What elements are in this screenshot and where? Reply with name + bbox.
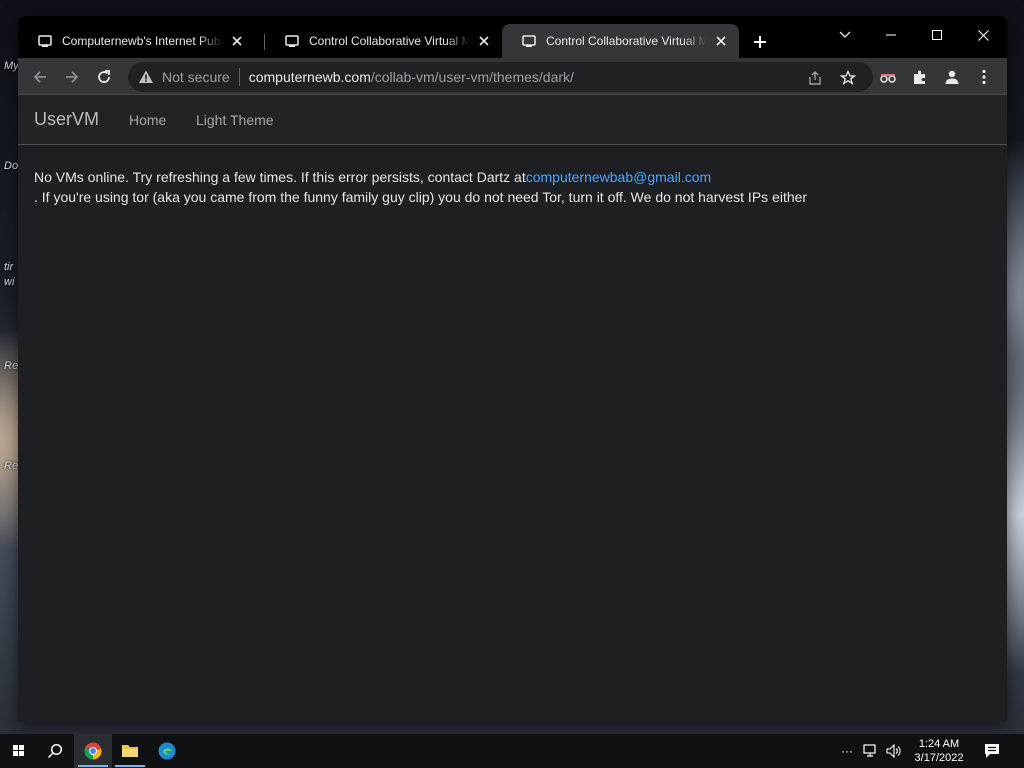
puzzle-icon xyxy=(914,70,925,84)
site-navbar: UserVM Home Light Theme xyxy=(18,95,1007,145)
minimize-button[interactable] xyxy=(868,20,914,50)
site-favicon-icon xyxy=(285,35,299,47)
network-icon[interactable] xyxy=(862,742,880,760)
brand-logo[interactable]: UserVM xyxy=(34,109,99,130)
contact-email-link[interactable]: computernewbab@gmail.com xyxy=(526,169,711,185)
tab-search-button[interactable] xyxy=(822,20,868,50)
desktop-icon-label[interactable]: Re xyxy=(4,360,18,372)
share-icon[interactable] xyxy=(806,69,824,87)
warning-icon[interactable] xyxy=(138,69,154,85)
person-icon xyxy=(945,70,959,84)
url-path: /collab-vm/user-vm/themes/dark/ xyxy=(370,69,574,85)
edge-icon xyxy=(158,742,176,760)
error-message-line-2: . If you're using tor (aka you came from… xyxy=(34,189,808,205)
error-text: No VMs online. Try refreshing a few time… xyxy=(34,169,526,185)
tab-control-collab-vm[interactable]: Control Collaborative Virtual Ma xyxy=(265,24,502,58)
profile-button[interactable] xyxy=(938,64,966,90)
tab-close-icon[interactable] xyxy=(713,33,729,49)
ellipsis-icon: ··· xyxy=(841,744,853,758)
clock-date: 3/17/2022 xyxy=(914,752,964,764)
notification-icon xyxy=(985,744,999,758)
taskbar-file-explorer[interactable] xyxy=(111,734,149,768)
tab-close-icon[interactable] xyxy=(476,33,492,49)
desktop-icon-label[interactable]: tir xyxy=(4,261,13,273)
kebab-menu-icon xyxy=(982,69,986,85)
spy-glasses-icon xyxy=(880,74,896,83)
nav-link-home[interactable]: Home xyxy=(129,112,166,128)
tab-control-collab-vm-active[interactable]: Control Collaborative Virtual Ma xyxy=(502,24,739,58)
browser-menu-button[interactable] xyxy=(970,64,998,90)
extensions-button[interactable] xyxy=(906,64,934,90)
search-icon xyxy=(47,743,63,759)
tab-title: Computernewb's Internet Pub H xyxy=(62,34,223,48)
error-message: No VMs online. Try refreshing a few time… xyxy=(34,167,807,207)
folder-icon xyxy=(122,745,138,757)
close-icon xyxy=(977,29,989,41)
taskbar-edge[interactable] xyxy=(148,734,186,768)
arrow-right-icon xyxy=(66,71,79,83)
start-button[interactable] xyxy=(0,734,38,768)
desktop-icon-label[interactable]: Re xyxy=(4,460,18,472)
error-message-line-1: No VMs online. Try refreshing a few time… xyxy=(34,167,807,187)
action-center-button[interactable] xyxy=(982,742,1002,760)
tab-strip: Computernewb's Internet Pub H Control Co… xyxy=(18,16,1007,58)
desktop-icon-label[interactable]: wi xyxy=(4,276,14,288)
close-window-button[interactable] xyxy=(960,20,1006,50)
site-favicon-icon xyxy=(522,35,536,47)
browser-window: Computernewb's Internet Pub H Control Co… xyxy=(18,16,1007,722)
clock-time: 1:24 AM xyxy=(918,738,960,750)
forward-button[interactable] xyxy=(58,64,86,90)
chevron-down-icon xyxy=(839,31,851,38)
tab-computernewb-pub[interactable]: Computernewb's Internet Pub H xyxy=(18,24,255,58)
browser-toolbar: Not secure computernewb.com /collab-vm/u… xyxy=(18,58,1007,95)
taskbar-chrome[interactable] xyxy=(74,734,112,768)
site-favicon-icon xyxy=(38,35,52,47)
new-tab-button[interactable] xyxy=(748,30,772,54)
maximize-button[interactable] xyxy=(914,20,960,50)
web-page: UserVM Home Light Theme No VMs online. T… xyxy=(18,95,1007,722)
show-hidden-icons-button[interactable]: ··· xyxy=(838,742,856,760)
tab-close-icon[interactable] xyxy=(229,33,245,49)
security-status-label[interactable]: Not secure xyxy=(162,69,230,85)
taskbar: ··· 1:24 AM 3/17/2022 xyxy=(0,734,1024,768)
reload-button[interactable] xyxy=(90,64,118,90)
maximize-icon xyxy=(932,30,942,40)
system-clock[interactable]: 1:24 AM 3/17/2022 xyxy=(904,737,974,765)
omnibox-divider xyxy=(238,68,240,86)
tab-title: Control Collaborative Virtual Ma xyxy=(309,34,470,48)
back-button[interactable] xyxy=(26,64,54,90)
chrome-icon xyxy=(84,742,102,760)
windows-logo-icon xyxy=(13,745,24,756)
address-bar[interactable]: Not secure computernewb.com /collab-vm/u… xyxy=(128,62,873,92)
desktop-icon-label[interactable]: My xyxy=(4,60,19,72)
arrow-left-icon xyxy=(33,71,46,83)
minimize-icon xyxy=(886,34,896,36)
reload-icon xyxy=(98,70,110,83)
desktop-icon-label[interactable]: Do xyxy=(4,160,18,172)
tab-title: Control Collaborative Virtual Ma xyxy=(546,34,707,48)
url-host: computernewb.com xyxy=(248,69,371,85)
incognito-extension-button[interactable] xyxy=(874,64,902,90)
plus-icon xyxy=(754,36,766,48)
bookmark-star-icon[interactable] xyxy=(839,69,857,87)
volume-icon[interactable] xyxy=(885,742,903,760)
nav-link-light-theme[interactable]: Light Theme xyxy=(196,112,274,128)
search-button[interactable] xyxy=(36,734,74,768)
